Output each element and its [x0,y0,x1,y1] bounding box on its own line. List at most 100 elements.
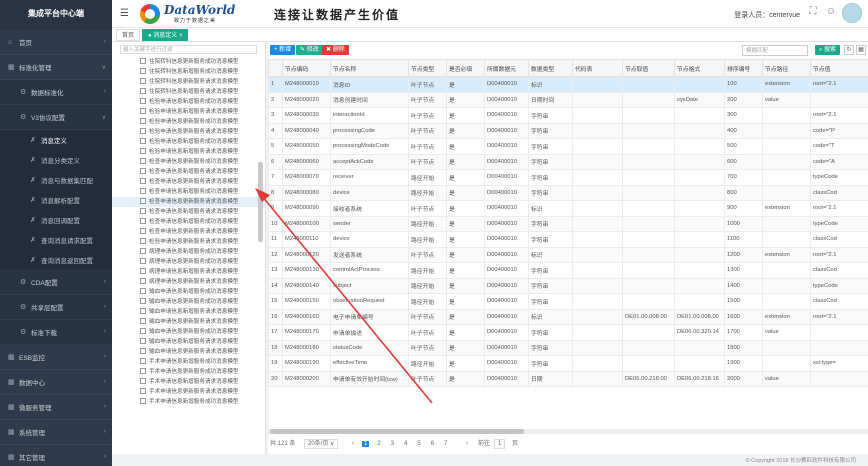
column-header[interactable] [268,59,283,77]
sidebar-item-18[interactable]: ▦ 其它管理 ‹ [0,445,112,466]
table-row[interactable]: 1 M248000010 消息ID 叶子节点是 D00400010 标识 100 extens… [268,76,868,93]
table-row[interactable]: 7 M248000070 receiver 路径开始是 D00400010 字符串 700 t… [268,169,868,186]
page-number-button[interactable]: 6 [429,441,436,447]
checkbox[interactable] [140,58,146,64]
checkbox[interactable] [140,88,146,94]
checkbox[interactable] [140,278,146,284]
column-header[interactable]: 代码表 [572,59,623,77]
column-header[interactable]: 是否必填 [446,59,485,77]
tree-item[interactable]: 检查申请信息新增服务请求消息模型 [112,167,265,177]
checkbox[interactable] [140,198,146,204]
table-row[interactable]: 2 M248000020 消息创建时间 叶子节点是 D00400010 日期时间 sysDa… [268,91,868,108]
checkbox[interactable] [140,318,146,324]
fullscreen-icon[interactable]: ⛶ [806,6,820,20]
checkbox[interactable] [140,218,146,224]
checkbox[interactable] [140,78,146,84]
checkbox[interactable] [140,208,146,214]
table-row[interactable]: 12 M248000120 发送者系统 叶子节点是 D00400010 标识 1200 ext… [268,246,868,263]
tree-item[interactable]: 手术申请信息新增服务成功消息模型 [112,397,265,407]
checkbox[interactable] [140,128,146,134]
tree-item[interactable]: 检验申请信息更新服务请求消息模型 [112,237,265,247]
scrollbar-thumb[interactable] [270,429,524,434]
sidebar-item-2[interactable]: ⚙ 数据标准化 ‹ [0,80,112,105]
checkbox[interactable] [140,308,146,314]
checkbox[interactable] [140,238,146,244]
avatar[interactable] [842,3,862,23]
tree-item[interactable]: 检查申请信息更新服务成功消息模型 [112,157,265,167]
sidebar-item-0[interactable]: ⌂ 首页 ‹ [0,30,112,55]
tree-item[interactable]: 输血申请信息更新服务成功消息模型 [112,327,265,337]
tree-item[interactable]: 检验申请信息新增服务成功消息模型 [112,97,265,107]
tree-item[interactable]: 手术申请信息更新服务成功消息模型 [112,367,265,377]
tree-item[interactable]: 检查申请信息新增服务成功消息模型 [112,187,265,197]
search-button[interactable]: ⌕ 搜索 [814,45,840,55]
column-header[interactable]: 数据类型 [528,59,573,77]
tab-message-definition[interactable]: ● 消息定义 × [142,29,189,41]
checkbox[interactable] [140,168,146,174]
sidebar-item-16[interactable]: ▦ 微服务管理 ‹ [0,395,112,420]
page-number-button[interactable]: 2 [375,441,382,447]
tree-item[interactable]: 住院转科信息新增服务成功消息模型 [112,67,265,77]
table-row[interactable]: 13 M248000130 controlActProcess 路径开始是 D00400… [268,262,868,279]
table-row[interactable]: 20 M248000200 申请单有效开始时间(low) 叶子节点是 D00400010… [268,370,868,387]
table-row[interactable]: 9 M248000090 接收者系统 叶子节点是 D00400010 标识 900 exten… [268,200,868,217]
tree-scrollbar[interactable] [258,162,263,242]
checkbox[interactable] [140,358,146,364]
page-size-select[interactable]: 20条/页 ∨ [304,439,339,449]
tree-item[interactable]: 检验申请信息新增服务成功消息模型 [112,137,265,147]
table-row[interactable]: 10 M248000100 sender 路径开始是 D00400010 字符串 1000 t… [268,215,868,232]
tree-item[interactable]: 检查申请信息更新服务请求消息模型 [112,177,265,187]
table-row[interactable]: 6 M248000060 acceptAckCode 叶子节点是 D00400010 字符… [268,153,868,170]
tab-home[interactable]: 首页 [116,29,141,41]
sidebar-item-1[interactable]: ▦ 标准化管理 ∨ [0,55,112,80]
table-row[interactable]: 17 M248000170 申请单描述 叶子节点是 D00400010 字符串 DE06.0… [268,324,868,341]
tree-item[interactable]: 住院转科信息新增服务请求消息模型 [112,87,265,97]
page-number-button[interactable]: 5 [415,441,422,447]
tree-item[interactable]: 输血申请信息更新服务请求消息模型 [112,317,265,327]
table-horizontal-scrollbar[interactable] [268,429,868,434]
sidebar-item-6[interactable]: ✗ 消息与数据集匹配 [0,170,112,190]
delete-button[interactable]: ✖ 删除 [322,45,349,55]
column-header[interactable]: 节点值 [810,59,868,77]
add-button[interactable]: + 新增 [270,45,296,55]
tree-item[interactable]: 检查申请信息新增服务成功消息模型 [112,217,265,227]
tree-item[interactable]: 病理申请信息新增服务成功消息模型 [112,247,265,257]
pager-prev-button[interactable]: ‹ [352,438,354,450]
tree-item[interactable]: 病理申请信息更新服务成功消息模型 [112,257,265,267]
tree-item[interactable]: 病理申请信息更新服务请求消息模型 [112,277,265,287]
menu-toggle-icon[interactable]: ☰ [120,8,129,19]
column-header[interactable]: 所属数据元 [484,59,529,77]
sidebar-item-17[interactable]: ▦ 系统管理 ‹ [0,420,112,445]
checkbox[interactable] [140,118,146,124]
sidebar-item-14[interactable]: ▦ ESB监控 ‹ [0,345,112,370]
sidebar-item-4[interactable]: ✗ 消息定义 [0,130,112,150]
search-input[interactable]: 模糊匹配 [742,45,808,56]
tree-item[interactable]: 输血申请信息更新服务成功消息模型 [112,297,265,307]
sidebar-item-12[interactable]: ⚙ 共享层配置 ‹ [0,295,112,320]
sidebar-item-3[interactable]: ⚙ V3协议配置 ∨ [0,105,112,130]
tree-item[interactable]: 手术申请信息新增服务成功消息模型 [112,357,265,367]
page-number-button[interactable]: 4 [402,441,409,447]
table-row[interactable]: 4 M248000040 processingCode 叶子节点是 D00400010 字… [268,122,868,139]
table-row[interactable]: 8 M248000080 device 路径开始是 D00400010 字符串 800 cla… [268,184,868,201]
checkbox[interactable] [140,288,146,294]
checkbox[interactable] [140,158,146,164]
checkbox[interactable] [140,348,146,354]
user-name[interactable]: centervue [769,12,800,19]
page-number-button[interactable]: 7 [442,441,449,447]
checkbox[interactable] [140,298,146,304]
edit-button[interactable]: ✎ 修改 [296,45,323,55]
checkbox[interactable] [140,178,146,184]
tree-item[interactable]: 住院转科信息更新服务成功消息模型 [112,57,265,67]
checkbox[interactable] [140,98,146,104]
tree-item[interactable]: 检验申请信息新增服务请求消息模型 [112,147,265,157]
pager-next-button[interactable]: › [466,438,468,450]
tree-item[interactable]: 输血申请信息新增服务请求消息模型 [112,307,265,317]
user-icon[interactable]: ☺ [824,6,838,20]
columns-icon[interactable]: ▦ [856,45,866,55]
table-row[interactable]: 11 M248000110 device 路径开始是 D00400010 字符串 1100 c… [268,231,868,248]
checkbox[interactable] [140,378,146,384]
sidebar-item-15[interactable]: ▦ 数据中心 ‹ [0,370,112,395]
table-row[interactable]: 15 M248000150 observationRequest 路径开始是 D0040… [268,293,868,310]
tree-item[interactable]: 检验申请信息更新服务请求消息模型 [112,127,265,137]
